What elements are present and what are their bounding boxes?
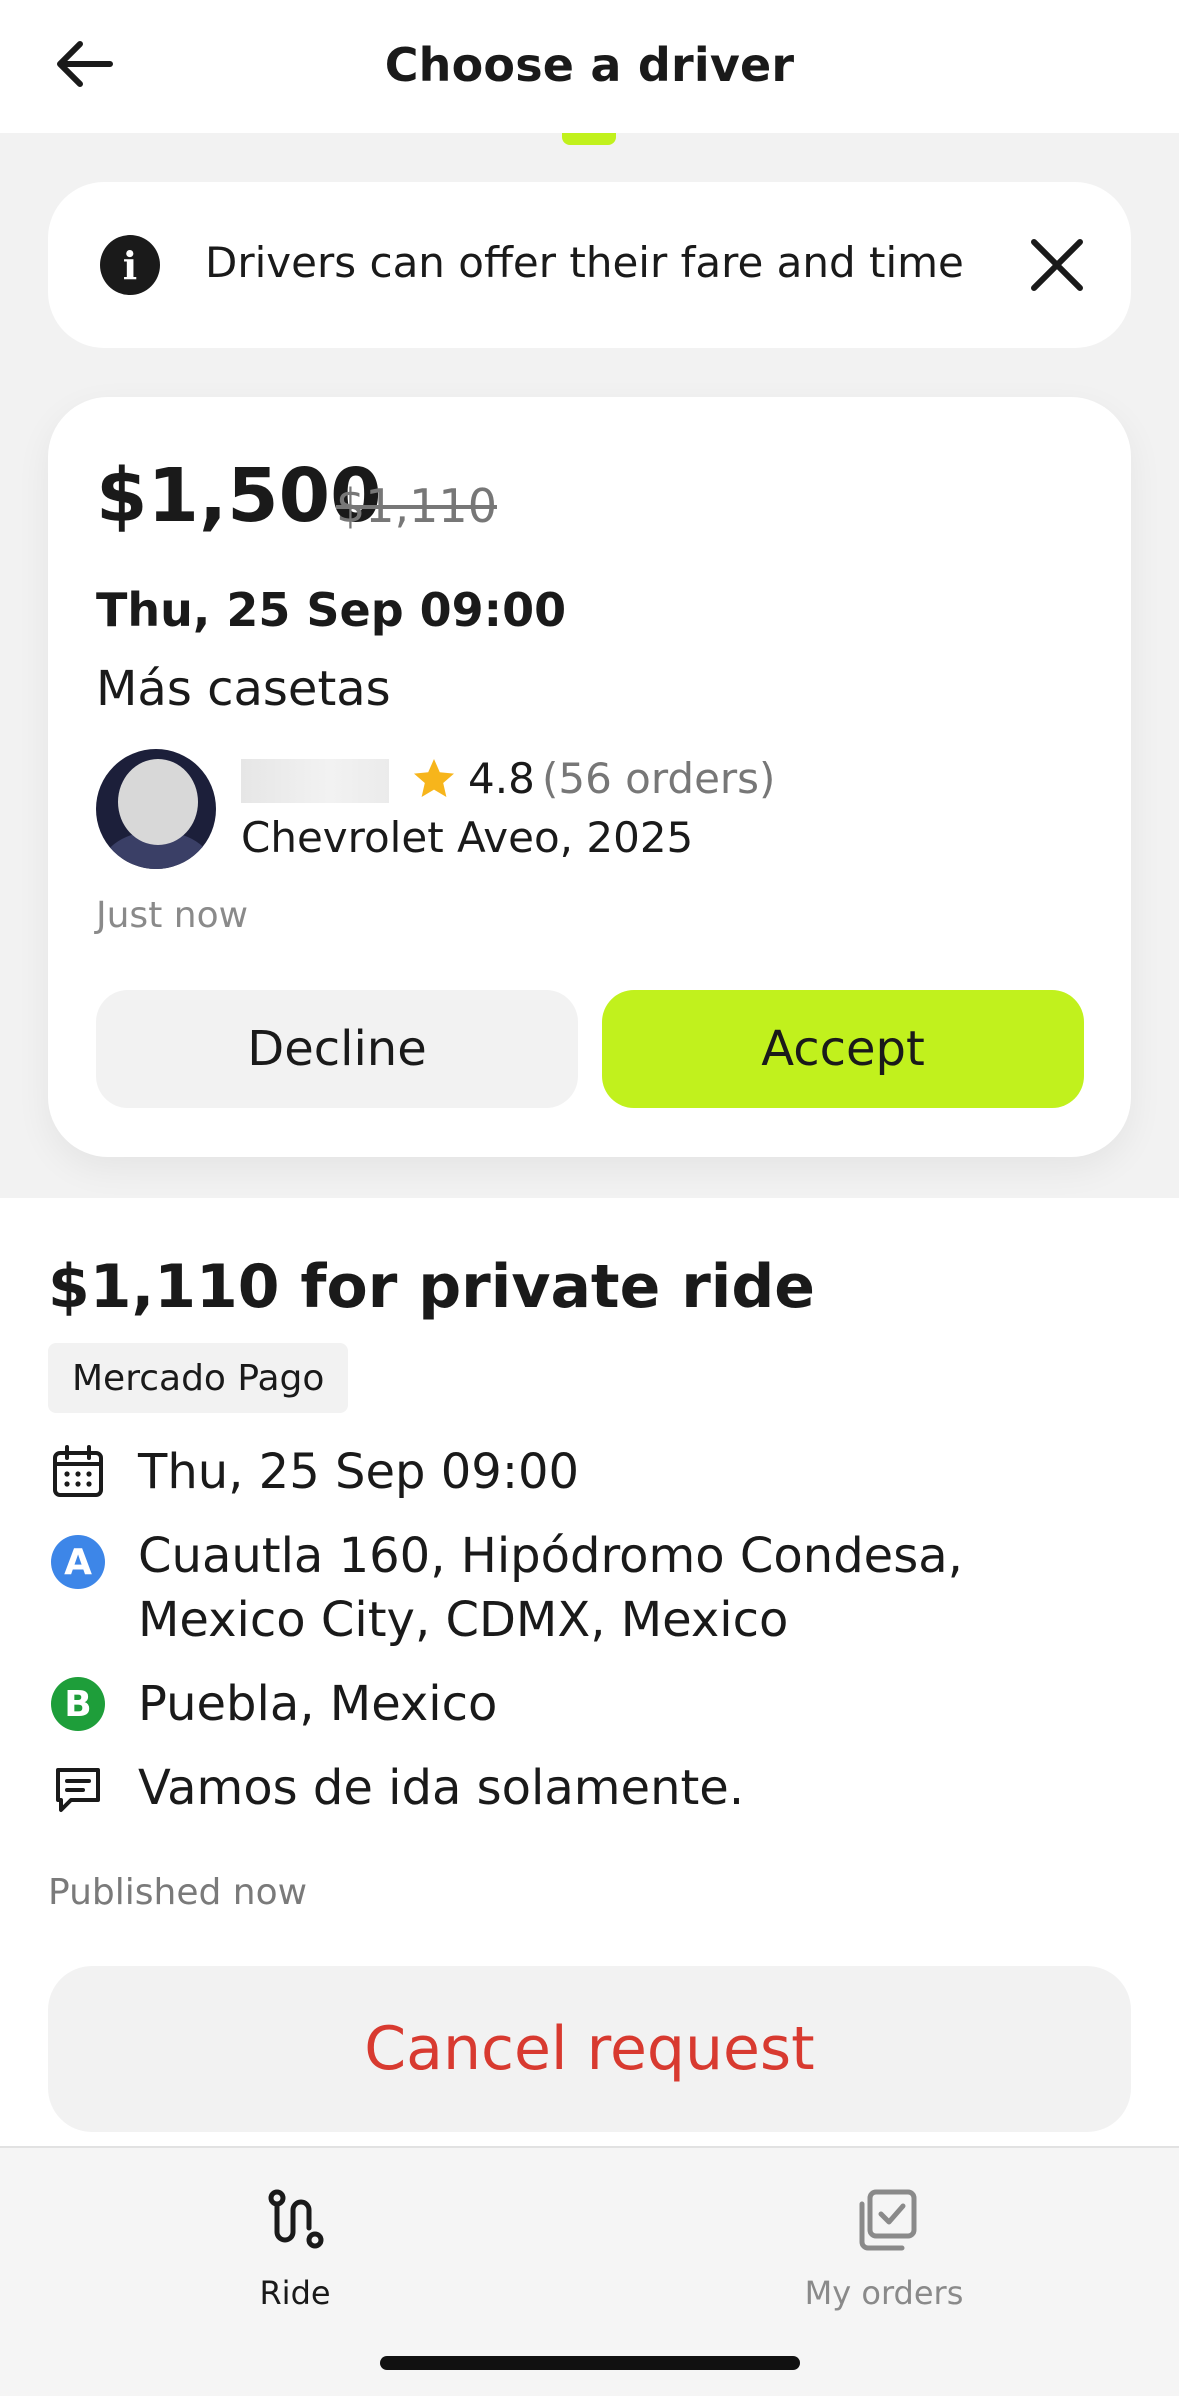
accept-button[interactable]: Accept — [602, 990, 1084, 1108]
offer-time-ago: Just now — [96, 895, 249, 936]
dropoff-marker-icon: B — [48, 1674, 108, 1734]
pickup-row: A Cuautla 160, Hipódromo Condesa, Mexico… — [48, 1524, 1131, 1654]
request-datetime: Thu, 25 Sep 09:00 — [138, 1444, 580, 1500]
comment-icon — [48, 1760, 108, 1820]
tab-my-orders[interactable]: My orders — [724, 2168, 1044, 2312]
tab-ride[interactable]: Ride — [135, 2168, 455, 2312]
orders-check-icon — [859, 2189, 917, 2251]
tab-label: Ride — [259, 2274, 331, 2312]
driver-car: Chevrolet Aveo, 2025 — [241, 813, 694, 862]
comment-row: Vamos de ida solamente. — [48, 1756, 1131, 1820]
cancel-request-button[interactable]: Cancel request — [48, 1966, 1131, 2132]
offer-note: Más casetas — [96, 661, 391, 717]
route-icon — [268, 2189, 324, 2249]
dropoff-address: Puebla, Mexico — [138, 1676, 498, 1732]
close-icon — [1031, 239, 1083, 291]
ride-comment: Vamos de ida solamente. — [138, 1760, 745, 1816]
choose-driver-screen: Choose a driver i Drivers can offer thei… — [0, 0, 1179, 2396]
close-banner-button[interactable] — [1018, 226, 1096, 304]
offer-datetime: Thu, 25 Sep 09:00 — [96, 583, 567, 637]
info-banner: i Drivers can offer their fare and time — [48, 182, 1131, 348]
pickup-address: Cuautla 160, Hipódromo Condesa, Mexico C… — [138, 1528, 963, 1648]
home-indicator — [380, 2356, 800, 2370]
star-icon — [414, 759, 454, 797]
published-status: Published now — [48, 1872, 308, 1913]
dropoff-row: B Puebla, Mexico — [48, 1672, 1131, 1736]
payment-method-badge: Mercado Pago — [48, 1343, 349, 1413]
info-banner-text: Drivers can offer their fare and time — [205, 238, 964, 287]
info-icon: i — [100, 235, 160, 295]
drag-handle[interactable] — [562, 133, 616, 145]
request-datetime-row: Thu, 25 Sep 09:00 — [48, 1440, 1131, 1504]
page-title: Choose a driver — [384, 38, 795, 92]
calendar-icon — [48, 1442, 108, 1502]
driver-offer-card: $1,500 $1,110 Thu, 25 Sep 09:00 Más case… — [48, 397, 1131, 1157]
driver-orders-count: (56 orders) — [542, 754, 776, 803]
pickup-marker-icon: A — [48, 1532, 108, 1592]
driver-avatar — [96, 749, 216, 869]
driver-name-redacted — [241, 759, 389, 803]
decline-button[interactable]: Decline — [96, 990, 578, 1108]
request-title: $1,110 for private ride — [48, 1252, 815, 1322]
header: Choose a driver — [0, 0, 1179, 133]
original-price: $1,110 — [336, 479, 497, 533]
tab-label: My orders — [804, 2274, 964, 2312]
driver-rating: 4.8 — [468, 754, 535, 803]
